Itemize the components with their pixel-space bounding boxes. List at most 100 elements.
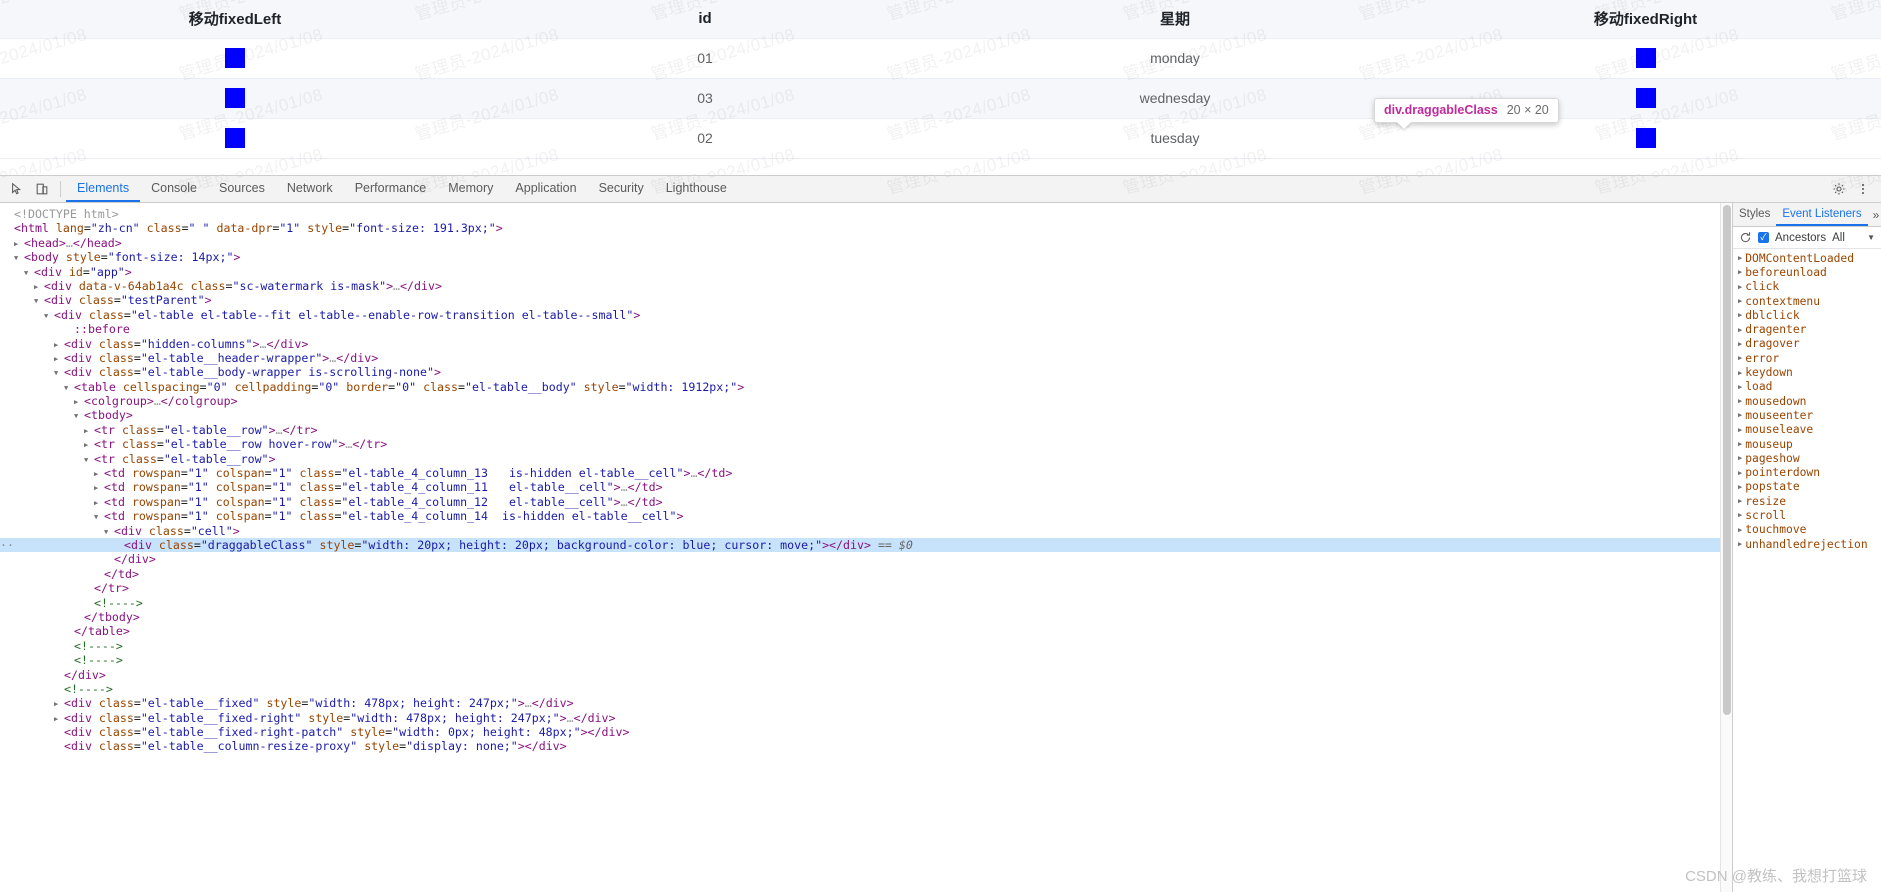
expand-triangle-icon[interactable]: ▶ [1738,326,1742,334]
event-listener-item[interactable]: ▶ scroll [1733,508,1881,522]
event-listener-item[interactable]: ▶ mouseleave [1733,423,1881,437]
tab-network[interactable]: Network [276,176,344,202]
dom-tree-line[interactable]: ·· <div class="draggableClass" style="wid… [0,537,1720,553]
event-listener-item[interactable]: ▶ DOMContentLoaded [1733,251,1881,265]
expand-triangle-icon[interactable]: ▶ [1738,511,1742,519]
dom-tree-line[interactable]: <div class="hidden-columns">…</div> [0,337,1720,351]
dom-tree-line[interactable]: <table cellspacing="0" cellpadding="0" b… [0,380,1720,394]
expand-triangle-icon[interactable]: ▶ [1738,411,1742,419]
dom-tree-line[interactable]: <div class="el-table__fixed" style="widt… [0,696,1720,710]
dom-tree-line[interactable]: <td rowspan="1" colspan="1" class="el-ta… [0,480,1720,494]
event-listener-item[interactable]: ▶ click [1733,280,1881,294]
expand-triangle-icon[interactable]: ▶ [1738,354,1742,362]
dom-tree-line[interactable]: <div class="testParent"> [0,293,1720,307]
event-listener-item[interactable]: ▶ unhandledrejection [1733,537,1881,551]
event-listener-item[interactable]: ▶ contextmenu [1733,294,1881,308]
expand-triangle-icon[interactable]: ▶ [1738,540,1742,548]
dom-twisty-icon[interactable] [14,250,24,266]
expand-triangle-icon[interactable]: ▶ [1738,497,1742,505]
expand-triangle-icon[interactable]: ▶ [1738,297,1742,305]
event-listener-item[interactable]: ▶ error [1733,351,1881,365]
dom-tree-line[interactable]: <div class="el-table__body-wrapper is-sc… [0,365,1720,379]
column-header-fixed-left[interactable]: 移动fixedLeft [0,0,470,39]
event-listener-item[interactable]: ▶ mouseenter [1733,408,1881,422]
dom-tree-line[interactable]: <head>…</head> [0,236,1720,250]
tab-performance[interactable]: Performance [344,176,438,202]
dom-twisty-icon[interactable] [54,365,64,381]
dom-twisty-icon[interactable] [84,452,94,468]
expand-triangle-icon[interactable]: ▶ [1738,454,1742,462]
event-listener-item[interactable]: ▶ touchmove [1733,523,1881,537]
dom-tree-line[interactable]: <body style="font-size: 14px;"> [0,250,1720,264]
dom-tree-line[interactable]: <!----> [0,653,1720,667]
tab-application[interactable]: Application [504,176,587,202]
dom-twisty-icon[interactable] [34,293,44,309]
column-header-id[interactable]: id [470,0,940,39]
draggable-handle-right[interactable] [1635,48,1656,68]
inspect-picker-icon[interactable] [6,178,28,200]
dom-tree-line[interactable]: <div class="el-table__column-resize-prox… [0,739,1720,753]
tab-console[interactable]: Console [140,176,208,202]
tab-sources[interactable]: Sources [208,176,276,202]
dom-twisty-icon[interactable] [94,509,104,525]
dom-tree-line[interactable]: <div class="el-table__fixed-right-patch"… [0,725,1720,739]
dom-tree[interactable]: <!DOCTYPE html> <html lang="zh-cn" class=… [0,203,1720,892]
event-listener-item[interactable]: ▶ popstate [1733,480,1881,494]
dom-tree-line[interactable]: <tr class="el-table__row">…</tr> [0,423,1720,437]
event-listener-item[interactable]: ▶ keydown [1733,365,1881,379]
dom-tree-line[interactable]: <div class="el-table__header-wrapper">…<… [0,351,1720,365]
expand-triangle-icon[interactable]: ▶ [1738,526,1742,534]
dom-tree-line[interactable]: ::before [0,322,1720,336]
event-filter-value[interactable]: All [1832,232,1845,244]
dom-tree-line[interactable]: <td rowspan="1" colspan="1" class="el-ta… [0,466,1720,480]
event-listener-item[interactable]: ▶ dblclick [1733,308,1881,322]
event-listener-item[interactable]: ▶ pointerdown [1733,465,1881,479]
expand-triangle-icon[interactable]: ▶ [1738,469,1742,477]
expand-triangle-icon[interactable]: ▶ [1738,440,1742,448]
sidebar-more-tabs-icon[interactable]: » [1868,203,1881,226]
dom-tree-line[interactable]: <!----> [0,639,1720,653]
device-toolbar-icon[interactable] [31,178,53,200]
dom-tree-line[interactable]: <td rowspan="1" colspan="1" class="el-ta… [0,509,1720,523]
event-listener-item[interactable]: ▶ load [1733,380,1881,394]
dom-tree-line[interactable]: <tr class="el-table__row"> [0,452,1720,466]
dom-tree-line[interactable]: </div> [0,552,1720,566]
draggable-handle-left[interactable] [225,128,245,148]
draggable-handle-left[interactable] [225,88,245,108]
expand-triangle-icon[interactable]: ▶ [1738,268,1742,276]
dom-tree-line[interactable]: <!DOCTYPE html> [0,207,1720,221]
gear-icon[interactable] [1828,178,1850,200]
dom-tree-line[interactable]: <colgroup>…</colgroup> [0,394,1720,408]
dom-twisty-icon[interactable] [44,308,54,324]
dom-tree-line[interactable]: <!----> [0,682,1720,696]
sidebar-tab-styles[interactable]: Styles [1733,203,1776,226]
draggable-handle-right[interactable] [1635,88,1656,108]
dom-tree-line[interactable]: <!----> [0,596,1720,610]
dom-twisty-icon[interactable] [74,408,84,424]
draggable-handle-right[interactable] [1635,128,1656,148]
dom-twisty-icon[interactable] [64,380,74,396]
event-listener-item[interactable]: ▶ mousedown [1733,394,1881,408]
dom-tree-line[interactable]: </table> [0,624,1720,638]
event-listener-item[interactable]: ▶ resize [1733,494,1881,508]
dom-tree-line[interactable]: </tbody> [0,610,1720,624]
dom-tree-line[interactable]: </tr> [0,581,1720,595]
event-listener-item[interactable]: ▶ mouseup [1733,437,1881,451]
chevron-down-icon[interactable]: ▼ [1867,233,1875,242]
expand-triangle-icon[interactable]: ▶ [1738,283,1742,291]
ancestors-checkbox[interactable]: ✓ [1758,232,1769,243]
dom-tree-line[interactable]: </td> [0,567,1720,581]
column-header-fixed-right[interactable]: 移动fixedRight [1410,0,1881,39]
dom-tree-line[interactable]: <div data-v-64ab1a4c class="sc-watermark… [0,279,1720,293]
expand-triangle-icon[interactable]: ▶ [1738,254,1742,262]
dom-tree-scrollbar[interactable] [1720,203,1732,892]
expand-triangle-icon[interactable]: ▶ [1738,383,1742,391]
dom-tree-line[interactable]: <div class="el-table el-table--fit el-ta… [0,308,1720,322]
dom-tree-line[interactable]: <tbody> [0,408,1720,422]
tab-memory[interactable]: Memory [437,176,504,202]
dom-tree-line[interactable]: <div class="el-table__fixed-right" style… [0,711,1720,725]
expand-triangle-icon[interactable]: ▶ [1738,426,1742,434]
dom-tree-line[interactable]: <div id="app"> [0,265,1720,279]
expand-triangle-icon[interactable]: ▶ [1738,311,1742,319]
dom-twisty-icon[interactable] [24,265,34,281]
